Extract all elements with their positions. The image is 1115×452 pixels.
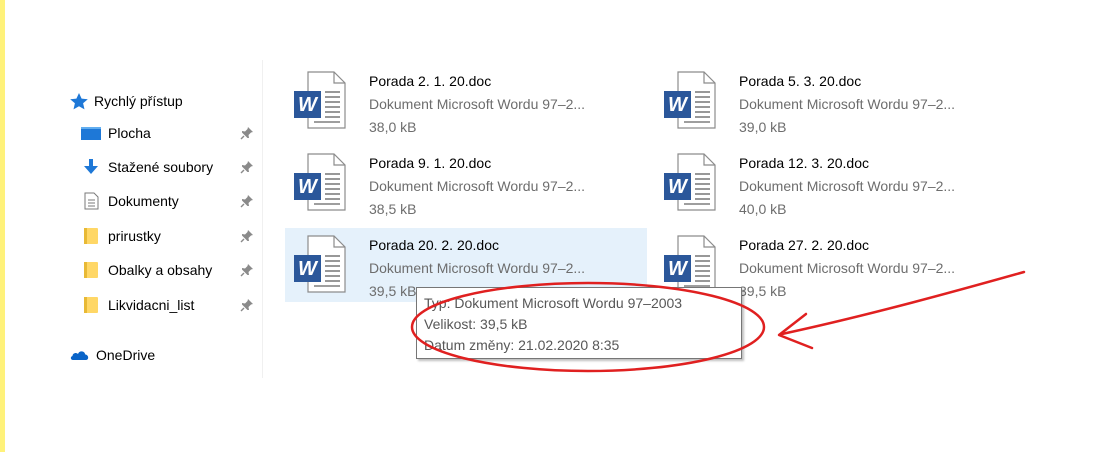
tooltip-size: Velikost: 39,5 kB xyxy=(424,316,528,332)
file-name: Porada 2. 1. 20.doc xyxy=(369,73,492,89)
pin-icon[interactable] xyxy=(240,229,254,243)
pin-icon[interactable] xyxy=(240,298,254,312)
tooltip-date: Datum změny: 21.02.2020 8:35 xyxy=(424,337,620,353)
file-name: Porada 5. 3. 20.doc xyxy=(739,73,862,89)
svg-text:W: W xyxy=(668,258,689,280)
file-type: Dokument Microsoft Wordu 97–2... xyxy=(369,96,586,112)
file-size: 38,5 kB xyxy=(369,201,417,217)
file-type: Dokument Microsoft Wordu 97–2... xyxy=(369,260,586,276)
download-arrow-icon xyxy=(80,158,102,176)
file-type: Dokument Microsoft Wordu 97–2... xyxy=(739,178,956,194)
word-document-icon: W xyxy=(290,233,348,295)
word-document-icon: W xyxy=(660,151,718,213)
file-tile[interactable]: W Porada 12. 3. 20.doc Dokument Microsoft … xyxy=(655,146,1017,220)
folder-icon xyxy=(80,261,102,279)
file-type: Dokument Microsoft Wordu 97–2... xyxy=(739,260,956,276)
desktop-icon xyxy=(80,124,102,142)
sidebar-item-3[interactable]: prirustky xyxy=(80,224,161,248)
tooltip-type: Typ: Dokument Microsoft Wordu 97–2003 xyxy=(424,295,683,311)
file-tile[interactable]: W Porada 9. 1. 20.doc Dokument Microsoft W… xyxy=(285,146,647,220)
documents-icon xyxy=(80,192,102,210)
file-size: 39,5 kB xyxy=(369,283,417,299)
file-size: 39,0 kB xyxy=(739,119,787,135)
file-type: Dokument Microsoft Wordu 97–2... xyxy=(369,178,586,194)
svg-text:W: W xyxy=(298,176,319,198)
sidebar-item-label: Likvidacni_list xyxy=(108,297,195,313)
pin-icon[interactable] xyxy=(240,263,254,277)
file-tile[interactable]: W Porada 5. 3. 20.doc Dokument Microsoft W… xyxy=(655,64,1017,138)
file-name: Porada 27. 2. 20.doc xyxy=(739,237,869,253)
word-document-icon: W xyxy=(660,69,718,131)
sidebar-item-label: Plocha xyxy=(108,125,151,141)
file-tile[interactable]: W Porada 2. 1. 20.doc Dokument Microsoft W… xyxy=(285,64,647,138)
word-document-icon: W xyxy=(290,151,348,213)
file-size: 39,5 kB xyxy=(739,283,787,299)
file-size: 40,0 kB xyxy=(739,201,787,217)
explorer-window: Rychlý přístup Plocha Stažené soubory Doku… xyxy=(0,0,1115,452)
sidebar-item-5[interactable]: Likvidacni_list xyxy=(80,293,194,317)
folder-icon xyxy=(80,296,102,314)
word-document-icon: W xyxy=(290,69,348,131)
svg-text:W: W xyxy=(668,176,689,198)
pin-icon[interactable] xyxy=(240,126,254,140)
nav-item-quick-access[interactable]: Rychlý přístup xyxy=(68,89,183,113)
cloud-icon xyxy=(70,351,89,360)
file-name: Porada 12. 3. 20.doc xyxy=(739,155,869,171)
svg-text:W: W xyxy=(298,94,319,116)
sidebar-item-1[interactable]: Stažené soubory xyxy=(80,155,213,179)
sidebar-item-4[interactable]: Obalky a obsahy xyxy=(80,258,212,282)
file-tooltip: Typ: Dokument Microsoft Wordu 97–2003 Ve… xyxy=(416,287,742,359)
folder-icon xyxy=(80,227,102,245)
sidebar-item-2[interactable]: Dokumenty xyxy=(80,189,179,213)
nav-label-onedrive: OneDrive xyxy=(96,347,156,363)
yellow-edge-strip xyxy=(0,0,5,452)
file-size: 38,0 kB xyxy=(369,119,417,135)
star-icon xyxy=(70,93,88,110)
nav-label-quick-access: Rychlý přístup xyxy=(94,93,183,109)
svg-text:W: W xyxy=(298,258,319,280)
pin-icon[interactable] xyxy=(240,160,254,174)
annotation-arrow-head xyxy=(777,312,814,350)
sidebar-item-label: Stažené soubory xyxy=(108,159,214,175)
pin-icon[interactable] xyxy=(240,194,254,208)
sidebar-item-label: prirustky xyxy=(108,228,161,244)
file-name: Porada 20. 2. 20.doc xyxy=(369,237,499,253)
file-type: Dokument Microsoft Wordu 97–2... xyxy=(739,96,956,112)
sidebar-item-label: Obalky a obsahy xyxy=(108,262,213,278)
pane-divider xyxy=(262,60,263,378)
sidebar-item-label: Dokumenty xyxy=(108,193,179,209)
sidebar-item-0[interactable]: Plocha xyxy=(80,121,151,145)
svg-text:W: W xyxy=(668,94,689,116)
word-document-icon: W xyxy=(660,233,718,295)
nav-item-onedrive[interactable]: OneDrive xyxy=(68,343,155,367)
file-name: Porada 9. 1. 20.doc xyxy=(369,155,492,171)
